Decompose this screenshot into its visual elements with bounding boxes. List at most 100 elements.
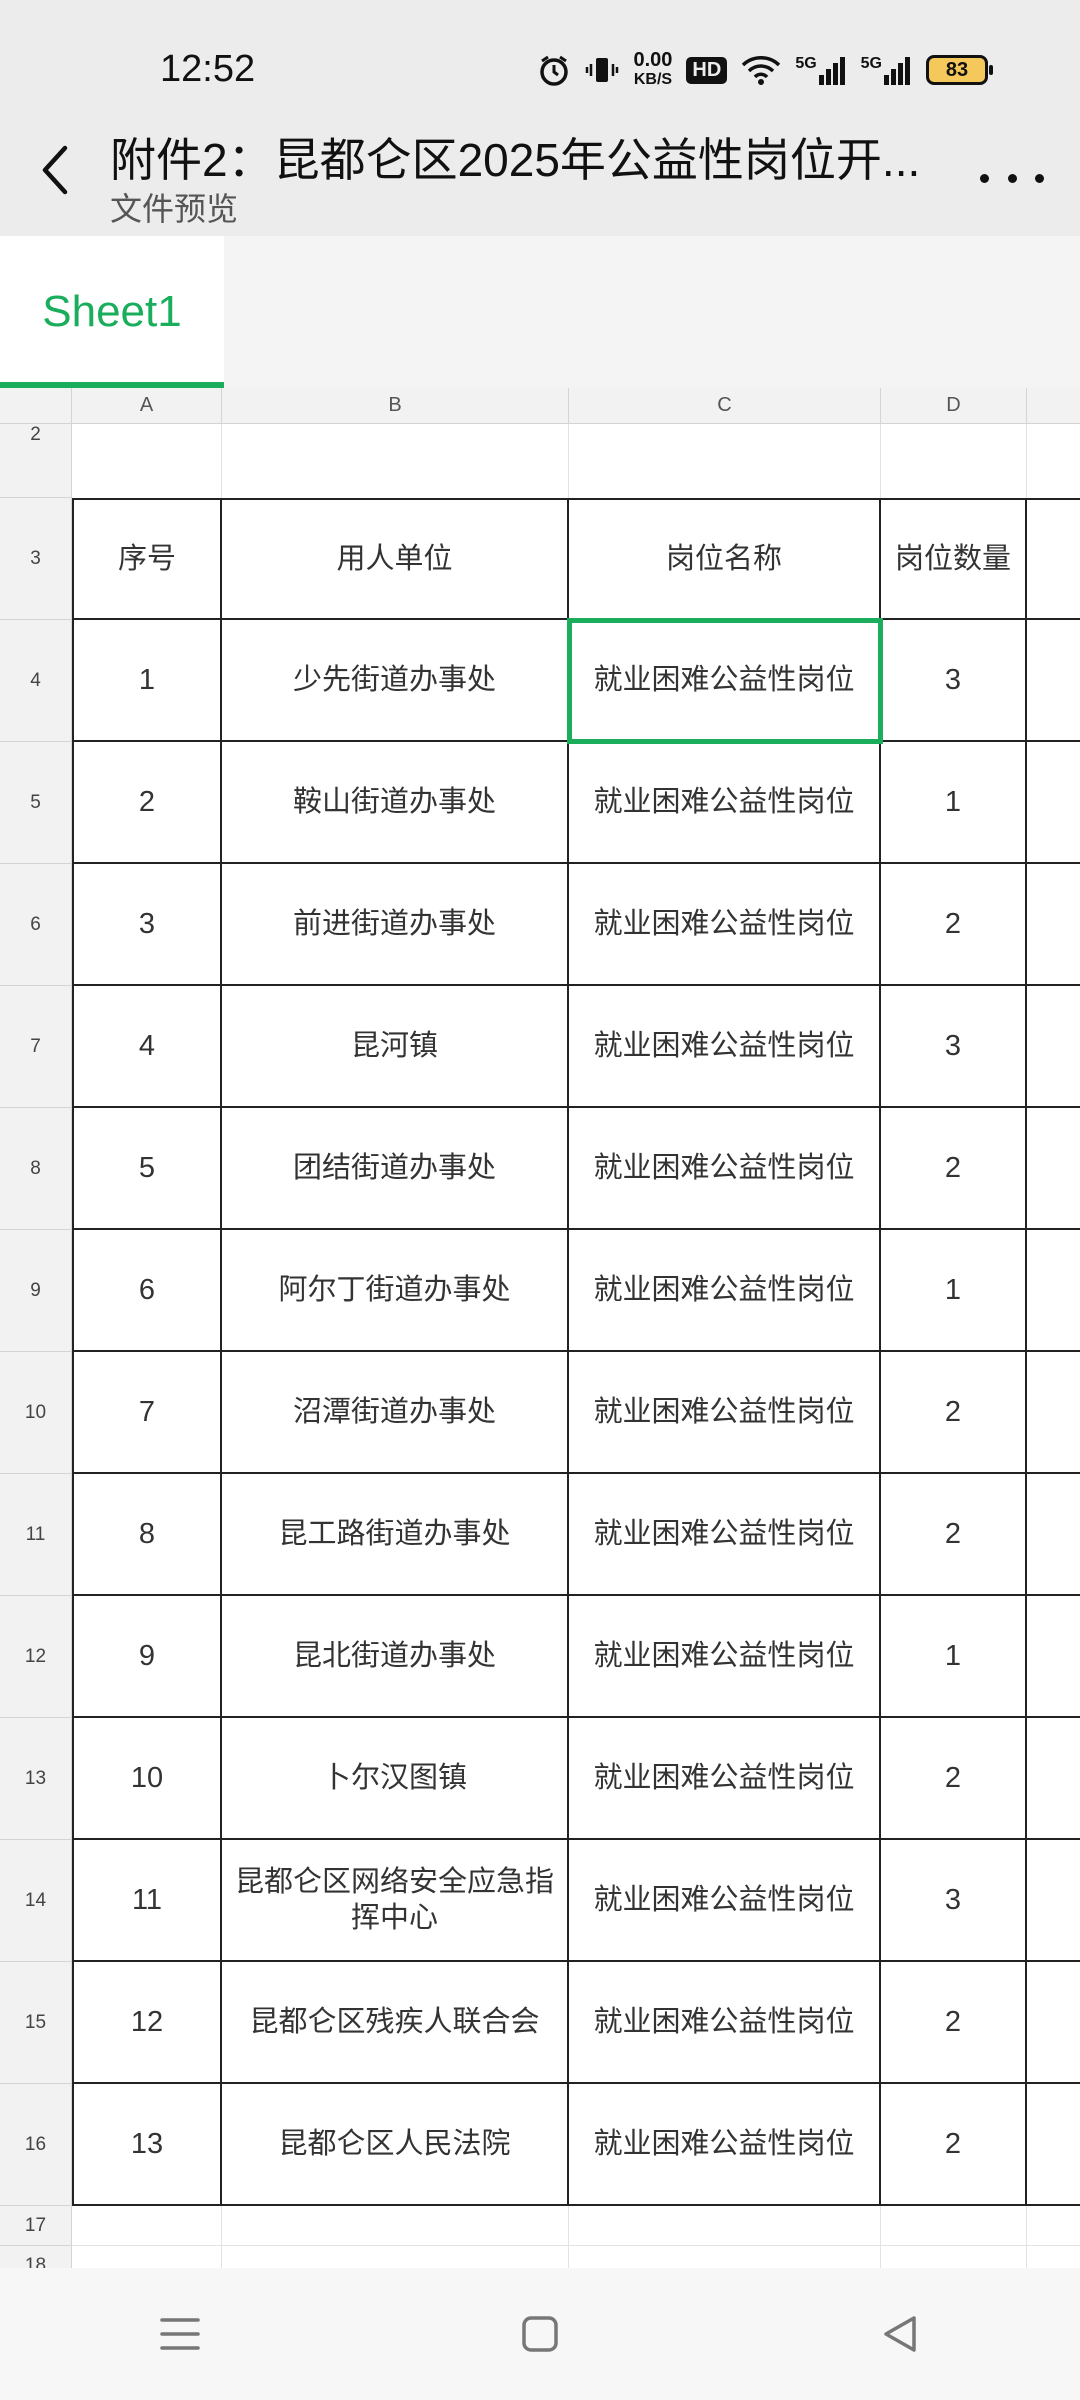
table-cell[interactable]: [1027, 864, 1080, 986]
recent-apps-button[interactable]: [120, 2284, 240, 2384]
column-header[interactable]: A: [72, 388, 222, 424]
row-header[interactable]: 4: [0, 620, 72, 742]
home-button[interactable]: [480, 2284, 600, 2384]
table-cell[interactable]: [1027, 1108, 1080, 1230]
table-cell[interactable]: 2: [881, 1962, 1027, 2084]
table-cell[interactable]: 昆都仑区残疾人联合会: [222, 1962, 569, 2084]
table-cell[interactable]: 前进街道办事处: [222, 864, 569, 986]
table-cell[interactable]: 就业困难公益性岗位: [569, 1108, 881, 1230]
table-cell[interactable]: 1: [881, 1596, 1027, 1718]
more-options-button[interactable]: [980, 158, 1044, 198]
table-cell[interactable]: 就业困难公益性岗位: [569, 1230, 881, 1352]
table-cell[interactable]: [1027, 742, 1080, 864]
table-cell[interactable]: 2: [881, 2084, 1027, 2206]
row-header[interactable]: 12: [0, 1596, 72, 1718]
table-cell[interactable]: 4: [72, 986, 222, 1108]
table-cell[interactable]: 就业困难公益性岗位: [569, 1840, 881, 1962]
table-cell[interactable]: 9: [72, 1596, 222, 1718]
row-header[interactable]: 3: [0, 498, 72, 620]
table-cell[interactable]: 沼潭街道办事处: [222, 1352, 569, 1474]
row-header[interactable]: 17: [0, 2206, 72, 2246]
row-header[interactable]: 5: [0, 742, 72, 864]
table-cell[interactable]: [1027, 1474, 1080, 1596]
table-cell[interactable]: 5: [72, 1108, 222, 1230]
table-cell[interactable]: 2: [881, 864, 1027, 986]
table-cell[interactable]: 2: [881, 1108, 1027, 1230]
table-cell[interactable]: 昆河镇: [222, 986, 569, 1108]
table-cell[interactable]: 2: [881, 1352, 1027, 1474]
table-header-cell[interactable]: 用人单位: [222, 498, 569, 620]
table-cell[interactable]: 12: [72, 1962, 222, 2084]
table-cell[interactable]: 10: [72, 1718, 222, 1840]
table-cell[interactable]: 就业困难公益性岗位: [569, 986, 881, 1108]
table-cell[interactable]: [1027, 1230, 1080, 1352]
row-header[interactable]: 6: [0, 864, 72, 986]
table-cell[interactable]: 阿尔丁街道办事处: [222, 1230, 569, 1352]
row-header[interactable]: 16: [0, 2084, 72, 2206]
table-cell[interactable]: 3: [881, 1840, 1027, 1962]
row-header[interactable]: 2: [0, 424, 72, 498]
table-cell[interactable]: 1: [881, 742, 1027, 864]
table-cell[interactable]: 就业困难公益性岗位: [569, 1352, 881, 1474]
table-cell[interactable]: 1: [72, 620, 222, 742]
table-cell[interactable]: 8: [72, 1474, 222, 1596]
table-cell[interactable]: 3: [881, 620, 1027, 742]
table-header-cell[interactable]: 序号: [72, 498, 222, 620]
table-cell[interactable]: [1027, 1962, 1080, 2084]
table-cell[interactable]: 6: [72, 1230, 222, 1352]
column-header[interactable]: B: [222, 388, 569, 424]
table-cell[interactable]: 2: [881, 1718, 1027, 1840]
row-header[interactable]: 18: [0, 2246, 72, 2268]
row-header[interactable]: 15: [0, 1962, 72, 2084]
tab-sheet1[interactable]: Sheet1: [0, 236, 224, 388]
row-header[interactable]: 8: [0, 1108, 72, 1230]
row-header[interactable]: 9: [0, 1230, 72, 1352]
table-cell[interactable]: 就业困难公益性岗位: [569, 1474, 881, 1596]
table-cell[interactable]: 就业困难公益性岗位: [569, 864, 881, 986]
table-cell[interactable]: 1: [881, 1230, 1027, 1352]
table-cell[interactable]: 就业困难公益性岗位: [569, 1962, 881, 2084]
row-header[interactable]: 11: [0, 1474, 72, 1596]
table-cell[interactable]: [1027, 1596, 1080, 1718]
table-cell[interactable]: [1027, 620, 1080, 742]
row-header[interactable]: 7: [0, 986, 72, 1108]
table-cell[interactable]: 少先街道办事处: [222, 620, 569, 742]
table-cell[interactable]: 团结街道办事处: [222, 1108, 569, 1230]
table-cell[interactable]: 昆都仑区人民法院: [222, 2084, 569, 2206]
row-header[interactable]: 14: [0, 1840, 72, 1962]
table-cell[interactable]: 就业困难公益性岗位: [569, 620, 881, 742]
select-all-corner[interactable]: [0, 388, 72, 424]
table-cell[interactable]: 13: [72, 2084, 222, 2206]
table-cell[interactable]: 昆工路街道办事处: [222, 1474, 569, 1596]
row-header[interactable]: 10: [0, 1352, 72, 1474]
column-header[interactable]: D: [881, 388, 1027, 424]
table-cell[interactable]: 就业困难公益性岗位: [569, 2084, 881, 2206]
table-header-cell[interactable]: 岗位数量: [881, 498, 1027, 620]
column-header[interactable]: C: [569, 388, 881, 424]
table-cell[interactable]: 卜尔汉图镇: [222, 1718, 569, 1840]
back-nav-button[interactable]: [840, 2284, 960, 2384]
table-cell[interactable]: 就业困难公益性岗位: [569, 742, 881, 864]
table-cell[interactable]: 3: [72, 864, 222, 986]
table-cell[interactable]: [1027, 986, 1080, 1108]
table-cell[interactable]: 2: [72, 742, 222, 864]
spreadsheet-grid[interactable]: A B C D 2 3 序号 用人单位 岗位名称 岗位数量 4 1 少先街道办事处 就业困难公益性岗位 3 5…: [0, 388, 1080, 2268]
table-cell[interactable]: 2: [881, 1474, 1027, 1596]
table-header-cell[interactable]: 岗位名称: [569, 498, 881, 620]
table-cell[interactable]: [1027, 1840, 1080, 1962]
back-button[interactable]: [30, 138, 78, 202]
table-cell[interactable]: 就业困难公益性岗位: [569, 1718, 881, 1840]
table-cell[interactable]: 鞍山街道办事处: [222, 742, 569, 864]
table-cell[interactable]: 昆都仑区网络安全应急指挥中心: [222, 1840, 569, 1962]
table-cell[interactable]: 3: [881, 986, 1027, 1108]
row-header[interactable]: 13: [0, 1718, 72, 1840]
table-cell[interactable]: 7: [72, 1352, 222, 1474]
column-header[interactable]: [1027, 388, 1080, 424]
table-cell[interactable]: [1027, 2084, 1080, 2206]
table-header-cell[interactable]: [1027, 498, 1080, 620]
table-cell[interactable]: [1027, 1352, 1080, 1474]
table-cell[interactable]: 昆北街道办事处: [222, 1596, 569, 1718]
table-cell[interactable]: [1027, 1718, 1080, 1840]
table-cell[interactable]: 11: [72, 1840, 222, 1962]
table-cell[interactable]: 就业困难公益性岗位: [569, 1596, 881, 1718]
